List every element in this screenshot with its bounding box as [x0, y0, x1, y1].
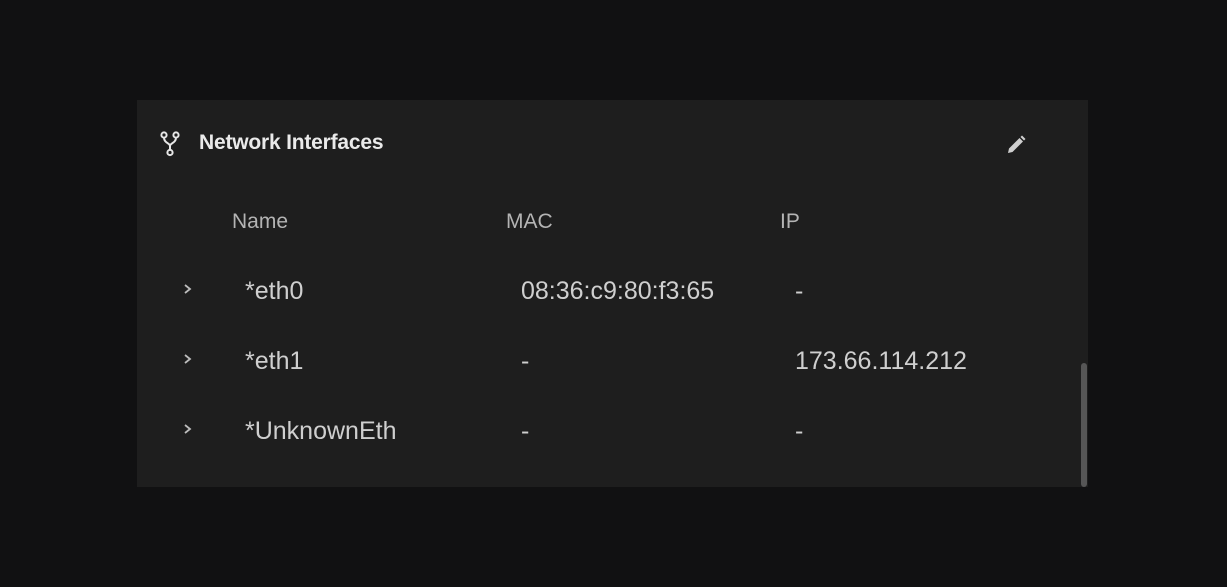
- interface-name: *eth0: [245, 277, 304, 305]
- interface-mac: -: [521, 417, 530, 445]
- panel-header: Network Interfaces: [137, 100, 1088, 186]
- column-header-mac[interactable]: MAC: [506, 210, 553, 234]
- table-row[interactable]: *eth0 08:36:c9:80:f3:65 -: [137, 262, 1077, 322]
- fork-icon: [160, 131, 180, 157]
- interface-mac: -: [521, 347, 530, 375]
- interface-name: *eth1: [245, 347, 304, 375]
- interface-name: *UnknownEth: [245, 417, 397, 445]
- vertical-scrollbar[interactable]: [1081, 363, 1087, 487]
- interface-mac: 08:36:c9:80:f3:65: [521, 277, 715, 305]
- network-interfaces-panel: Network Interfaces Name MAC IP *eth0 08:…: [137, 100, 1088, 487]
- chevron-right-icon[interactable]: [181, 278, 195, 300]
- panel-title: Network Interfaces: [199, 131, 384, 154]
- interface-ip: -: [795, 417, 804, 445]
- interface-ip: 173.66.114.212: [795, 347, 967, 375]
- edit-button[interactable]: [1001, 130, 1031, 160]
- interface-ip: -: [795, 277, 804, 305]
- table-row[interactable]: *eth1 - 173.66.114.212: [137, 332, 1077, 392]
- column-header-name[interactable]: Name: [232, 210, 288, 234]
- table-row[interactable]: *UnknownEth - -: [137, 402, 1077, 462]
- chevron-right-icon[interactable]: [181, 348, 195, 370]
- chevron-right-icon[interactable]: [181, 418, 195, 440]
- pencil-icon: [1008, 135, 1026, 153]
- column-header-ip[interactable]: IP: [780, 210, 800, 234]
